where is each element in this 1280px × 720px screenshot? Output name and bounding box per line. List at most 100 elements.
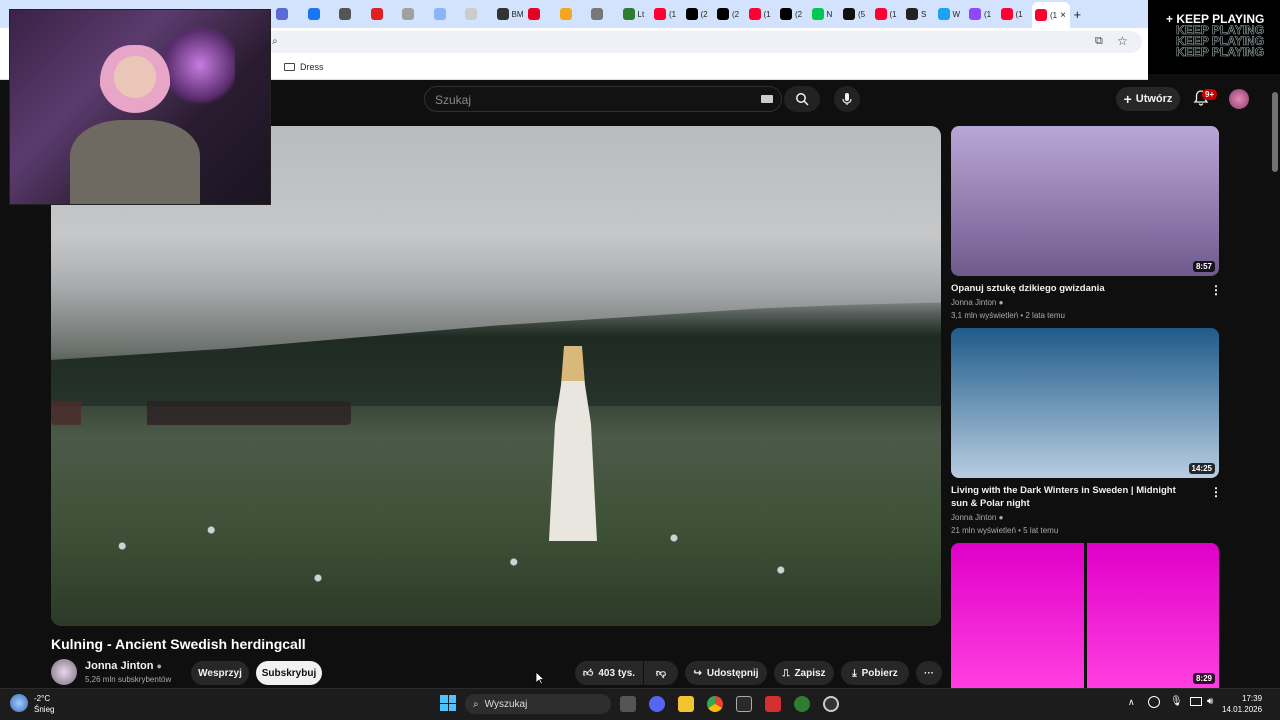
related-thumbnail[interactable]: 8:29	[951, 543, 1219, 688]
keyboard-icon[interactable]	[761, 95, 773, 103]
browser-tab[interactable]: (1	[654, 4, 682, 24]
taskbar-search[interactable]: ⌕ Wyszukaj	[465, 694, 611, 714]
voice-search-button[interactable]	[834, 86, 860, 112]
weather-icon[interactable]	[10, 694, 28, 712]
keep-playing-overlay: + KEEP PLAYING KEEP PLAYING KEEP PLAYING…	[1148, 0, 1280, 74]
browser-tab[interactable]	[591, 4, 619, 24]
favicon-icon	[717, 8, 729, 20]
app-icon[interactable]	[736, 696, 752, 712]
browser-tab[interactable]: (1	[1000, 4, 1029, 24]
duration-badge: 8:29	[1192, 673, 1215, 684]
download-label: Pobierz	[861, 667, 898, 679]
browser-tab[interactable]	[528, 4, 556, 24]
sync-icon[interactable]	[1148, 696, 1160, 708]
like-button[interactable]: 👍︎ 403 tys.	[575, 661, 643, 685]
windows-taskbar	[0, 688, 1280, 720]
save-button[interactable]: ⎍ Zapisz	[774, 661, 834, 685]
tab-label: (5	[858, 9, 866, 19]
cattle-herd	[51, 401, 351, 425]
browser-tab[interactable]: (1	[969, 4, 997, 24]
discord-icon[interactable]	[649, 696, 665, 712]
channel-name[interactable]: Jonna Jinton ●	[85, 660, 162, 672]
save-label: Zapisz	[794, 667, 826, 679]
more-actions-button[interactable]: ···	[916, 661, 942, 685]
related-channel-label: Jonna Jinton	[951, 298, 997, 307]
channel-name-label: Jonna Jinton	[85, 660, 154, 672]
start-button[interactable]	[440, 695, 456, 711]
browser-tab[interactable]: (1	[874, 4, 903, 24]
related-channel[interactable]: Jonna Jinton ●	[951, 513, 1003, 522]
favicon-icon	[748, 8, 761, 20]
bookmark-star-icon[interactable]: ☆	[1117, 34, 1128, 48]
search-button[interactable]	[784, 86, 820, 112]
join-button[interactable]: Wesprzyj	[191, 661, 249, 685]
related-channel[interactable]: Jonna Jinton ●	[951, 298, 1003, 307]
favicon-icon	[1000, 8, 1013, 20]
favicon-icon	[496, 8, 509, 20]
omnibox-input[interactable]: ⌕ ⧉ ☆	[262, 31, 1142, 53]
obs-icon[interactable]	[823, 696, 839, 712]
microphone-icon[interactable]: 🎙︎	[1170, 696, 1183, 707]
close-icon[interactable]: ×	[1060, 10, 1066, 21]
browser-tab[interactable]	[433, 4, 462, 24]
related-title[interactable]: Living with the Dark Winters in Sweden |…	[951, 484, 1191, 510]
browser-tab[interactable]: (2	[780, 4, 808, 24]
browser-tab[interactable]: (5	[843, 4, 871, 24]
bookmark-folder-dress[interactable]: Dress	[284, 62, 324, 72]
app-icon[interactable]	[765, 696, 781, 712]
display-icon[interactable]	[1190, 697, 1202, 706]
search-input[interactable]: Szukaj	[424, 86, 782, 112]
favicon-icon	[780, 8, 792, 20]
related-title[interactable]: Opanuj sztukę dzikiego gwizdania	[951, 282, 1191, 295]
favicon-icon	[843, 8, 855, 20]
install-app-icon[interactable]: ⧉	[1095, 35, 1103, 48]
browser-tab[interactable]	[307, 4, 336, 24]
chrome-icon[interactable]	[707, 696, 723, 712]
browser-tab[interactable]	[559, 4, 588, 24]
browser-tab[interactable]: Lt	[622, 4, 651, 24]
download-button[interactable]: ⤓ Pobierz	[841, 661, 909, 685]
kebab-menu-icon[interactable]: ⋮	[1210, 485, 1222, 499]
scrollbar-thumb[interactable]	[1272, 92, 1278, 172]
subscribe-label: Subskrybuj	[261, 667, 317, 679]
file-explorer-icon[interactable]	[678, 696, 694, 712]
browser-tab[interactable]	[402, 4, 430, 24]
dislike-button[interactable]: 👎︎	[644, 661, 678, 685]
tab-label: (1	[669, 9, 677, 19]
clock-time: 17:39	[1242, 694, 1263, 703]
streamer-sweater	[70, 120, 200, 204]
browser-tab[interactable]: (1 ×	[1032, 2, 1070, 28]
tab-label: BM	[511, 9, 524, 19]
favicon-icon	[591, 8, 603, 20]
kebab-menu-icon[interactable]: ⋮	[1210, 283, 1222, 297]
browser-tab[interactable]	[339, 4, 367, 24]
browser-tab[interactable]: S	[906, 4, 934, 24]
app-icon[interactable]	[794, 696, 810, 712]
browser-tab[interactable]: N	[811, 4, 840, 24]
task-view-icon[interactable]	[620, 696, 636, 712]
browser-tab[interactable]	[276, 4, 304, 24]
volume-icon[interactable]: 🔊︎	[1207, 696, 1213, 707]
related-thumbnail[interactable]: 8:57	[951, 126, 1219, 276]
related-meta: 21 mln wyświetleń • 5 lat temu	[951, 526, 1059, 535]
browser-tab[interactable]: (2	[685, 4, 714, 24]
subscribe-button[interactable]: Subskrybuj	[256, 661, 322, 685]
browser-tab[interactable]	[370, 4, 399, 24]
create-button[interactable]: + Utwórz	[1116, 87, 1180, 111]
favicon-icon	[937, 8, 950, 20]
share-button[interactable]: ↪ Udostępnij	[685, 661, 767, 685]
channel-avatar[interactable]	[51, 659, 77, 685]
new-tab-button[interactable]: +	[1074, 4, 1082, 24]
account-avatar[interactable]	[1229, 89, 1249, 109]
chevron-up-icon[interactable]: ∧	[1128, 697, 1135, 708]
weather-widget[interactable]: -2°C Śnieg	[34, 693, 54, 715]
related-thumbnail[interactable]: 14:25	[951, 328, 1219, 478]
tab-label: (2	[700, 9, 708, 19]
browser-tab[interactable]: (1	[748, 4, 777, 24]
system-clock[interactable]: 17:39 14.01.2026	[1222, 693, 1262, 715]
browser-tab[interactable]: W	[937, 4, 966, 24]
browser-tab[interactable]	[465, 4, 493, 24]
browser-tab[interactable]: (2	[717, 4, 745, 24]
verified-icon: ●	[156, 661, 162, 671]
browser-tab[interactable]: BM	[496, 4, 525, 24]
